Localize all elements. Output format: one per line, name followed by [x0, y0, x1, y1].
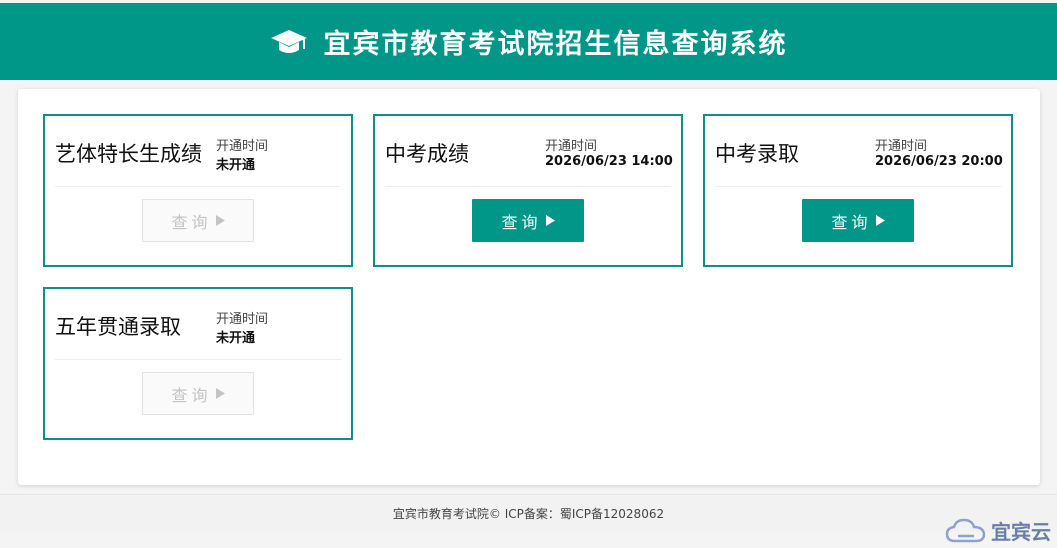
watermark-logo: 宜宾云 [945, 516, 1051, 545]
card-divider [55, 359, 341, 360]
open-time-label: 开通时间 [216, 139, 269, 154]
card-zhongkao-admission: 中考录取 开通时间 2026/06/23 20:00 查询 [703, 114, 1013, 267]
footer: 宜宾市教育考试院© ICP备案：蜀ICP备12028062 [0, 494, 1057, 532]
card-title: 中考成绩 [385, 142, 469, 166]
caret-right-icon [215, 215, 225, 226]
card-five-year-admission: 五年贯通录取 开通时间 未开通 查询 [43, 287, 353, 440]
query-button-disabled[interactable]: 查询 [142, 372, 254, 415]
query-button[interactable]: 查询 [802, 199, 914, 242]
query-button-label: 查询 [171, 385, 212, 405]
card-title: 艺体特长生成绩 [55, 142, 202, 166]
card-title: 五年贯通录取 [55, 315, 181, 339]
open-time-value: 2026/06/23 20:00 [875, 154, 1003, 169]
card-title: 中考录取 [715, 142, 799, 166]
footer-text: 宜宾市教育考试院© ICP备案：蜀ICP备12028062 [392, 507, 665, 521]
caret-right-icon [875, 215, 885, 226]
query-button-label: 查询 [831, 212, 872, 232]
open-time-label: 开通时间 [216, 312, 269, 327]
open-time-label: 开通时间 [545, 139, 598, 154]
query-button-disabled[interactable]: 查询 [142, 199, 254, 242]
open-time-value: 未开通 [216, 158, 256, 173]
open-time-value: 2026/06/23 14:00 [545, 154, 673, 169]
caret-right-icon [215, 388, 225, 399]
caret-right-icon [545, 215, 555, 226]
graduation-cap-icon [270, 29, 307, 53]
main-panel: 艺体特长生成绩 开通时间 未开通 查询 中考成绩 开通时间 2026/06/23… [18, 89, 1040, 485]
query-button-label: 查询 [501, 212, 542, 232]
open-time-value: 未开通 [216, 331, 256, 346]
page-title: 宜宾市教育考试院招生信息查询系统 [323, 29, 788, 60]
query-button-label: 查询 [171, 212, 212, 232]
card-zhongkao-scores: 中考成绩 开通时间 2026/06/23 14:00 查询 [373, 114, 683, 267]
watermark-text: 宜宾云 [991, 520, 1051, 544]
card-divider [385, 186, 671, 187]
card-divider [715, 186, 1001, 187]
query-button[interactable]: 查询 [472, 199, 584, 242]
header-bar: 宜宾市教育考试院招生信息查询系统 [0, 3, 1057, 80]
open-time-label: 开通时间 [875, 139, 928, 154]
card-divider [55, 186, 341, 187]
card-art-sports-scores: 艺体特长生成绩 开通时间 未开通 查询 [43, 114, 353, 267]
cloud-icon [945, 518, 986, 542]
